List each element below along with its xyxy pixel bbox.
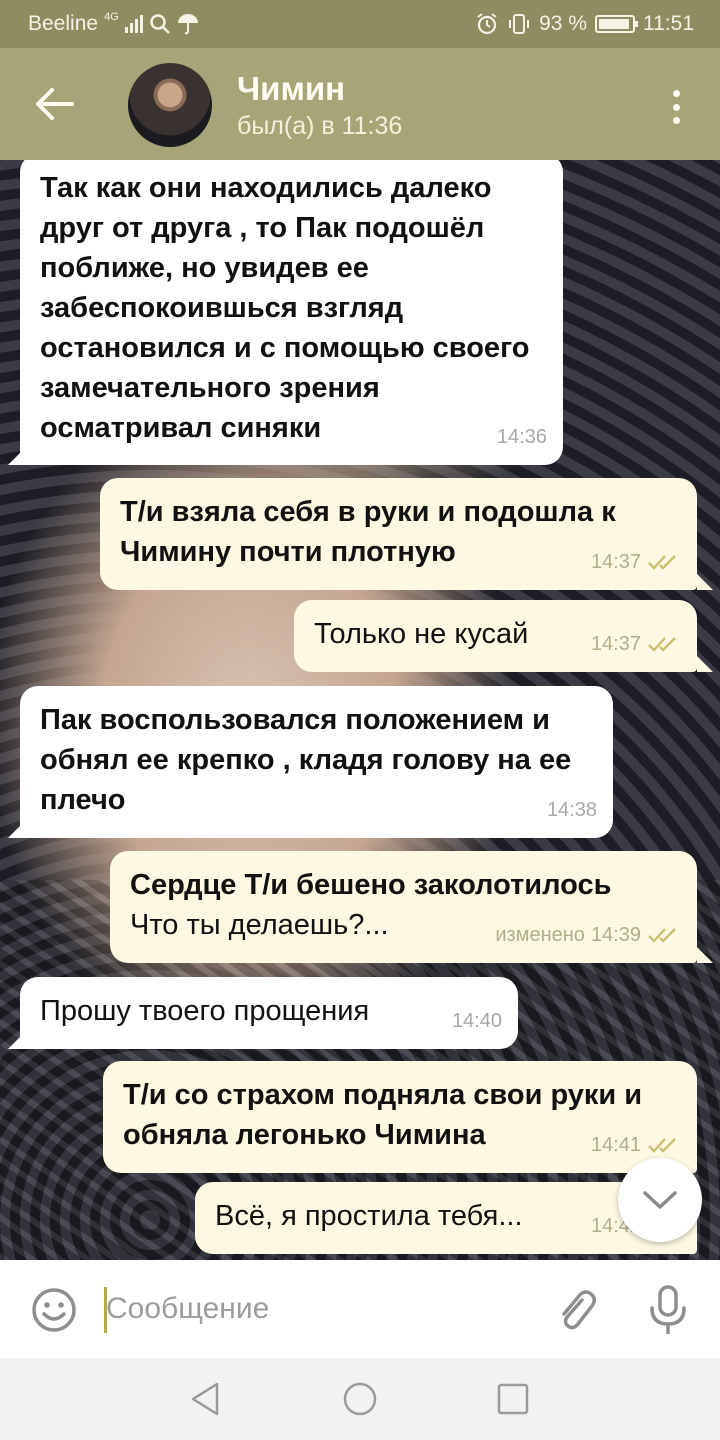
bubble-tail xyxy=(697,947,713,963)
chat-header: Чимин был(а) в 11:36 xyxy=(0,48,720,160)
smiley-icon[interactable] xyxy=(30,1286,78,1334)
more-options-icon[interactable] xyxy=(672,90,680,124)
bubble-tail xyxy=(8,822,24,838)
chevron-down-icon xyxy=(643,1191,677,1209)
read-checkmarks-icon xyxy=(648,555,676,570)
clock: 11:51 xyxy=(643,12,694,35)
battery-icon xyxy=(595,15,638,33)
status-bar: Beeline 4G 93 % 11:51 xyxy=(0,0,720,48)
bubble-tail xyxy=(8,1033,24,1049)
scroll-to-bottom-button[interactable] xyxy=(618,1158,702,1242)
microphone-icon[interactable] xyxy=(646,1284,690,1336)
message-text: Так как они находились далеко друг от др… xyxy=(40,172,530,444)
search-icon xyxy=(150,14,170,34)
message-list[interactable]: Так как они находились далеко друг от др… xyxy=(0,160,720,1260)
alarm-icon xyxy=(477,13,497,35)
message-text-bold: Сердце Т/и бешено заколотилось xyxy=(130,869,612,901)
nav-recents-icon[interactable] xyxy=(494,1380,532,1418)
message-text: Прошу твоего прощения xyxy=(40,995,370,1027)
message-time: 14:36 xyxy=(496,426,547,448)
paperclip-icon[interactable] xyxy=(552,1286,600,1334)
message-time: 14:38 xyxy=(546,799,597,821)
message-bubble-incoming[interactable]: Пак воспользовался положением и обнял ее… xyxy=(20,686,613,838)
carrier-group: Beeline 4G xyxy=(28,11,199,36)
message-bubble-outgoing[interactable]: Т/и со страхом подняла свои руки и обнял… xyxy=(103,1061,697,1173)
back-arrow-icon[interactable] xyxy=(34,86,74,122)
bubble-tail xyxy=(697,574,713,590)
message-bubble-outgoing[interactable]: Только не кусай 14:37 xyxy=(294,600,697,672)
message-meta: 14:38 xyxy=(547,790,597,830)
message-meta: изменено 14:39 xyxy=(495,915,681,955)
message-time: 14:37 xyxy=(590,551,641,573)
bubble-tail xyxy=(697,656,713,672)
umbrella-icon xyxy=(177,14,198,35)
vibrate-icon xyxy=(509,14,530,34)
contact-name[interactable]: Чимин xyxy=(237,70,345,108)
message-bubble-incoming[interactable]: Так как они находились далеко друг от др… xyxy=(20,160,563,465)
status-right: 93 % 11:51 xyxy=(475,12,694,36)
read-checkmarks-icon xyxy=(648,928,676,943)
message-input[interactable] xyxy=(106,1282,526,1336)
message-bubble-outgoing[interactable]: Сердце Т/и бешено заколотилось Что ты де… xyxy=(110,851,697,963)
contact-avatar[interactable] xyxy=(128,63,212,147)
network-type: 4G xyxy=(104,11,119,23)
read-checkmarks-icon xyxy=(648,1138,676,1153)
carrier-name: Beeline xyxy=(28,12,99,35)
message-bubble-outgoing[interactable]: Т/и взяла себя в руки и подошла к Чимину… xyxy=(100,478,697,590)
last-seen-status: был(а) в 11:36 xyxy=(237,112,403,140)
edited-label: изменено xyxy=(495,924,585,946)
message-meta: 14:40 xyxy=(452,1001,502,1041)
message-bubble-incoming[interactable]: Прошу твоего прощения 14:40 xyxy=(20,977,518,1049)
message-time: 14:37 xyxy=(590,633,641,655)
nav-home-icon[interactable] xyxy=(341,1380,379,1418)
system-navigation-bar xyxy=(0,1358,720,1440)
message-meta: 14:37 xyxy=(591,624,681,664)
message-text: Пак воспользовался положением и обнял ее… xyxy=(40,704,572,816)
message-time: 14:40 xyxy=(451,1010,502,1032)
message-meta: 14:36 xyxy=(497,417,547,457)
message-time: 14:41 xyxy=(590,1134,641,1156)
signal-icon xyxy=(124,15,143,33)
message-meta: 14:37 xyxy=(591,542,681,582)
message-composer xyxy=(0,1260,720,1358)
battery-percent: 93 % xyxy=(539,12,587,35)
read-checkmarks-icon xyxy=(648,637,676,652)
message-time: 14:39 xyxy=(590,924,641,946)
nav-back-icon[interactable] xyxy=(187,1380,225,1418)
